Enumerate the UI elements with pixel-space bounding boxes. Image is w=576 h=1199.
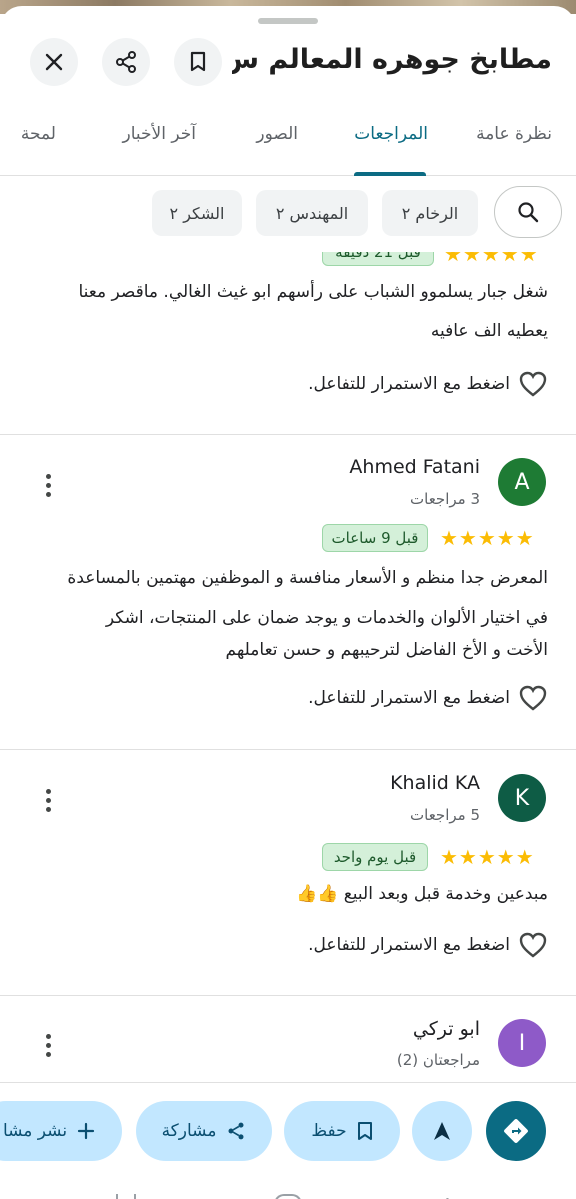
chip-engineer[interactable]: المهندس ٢ (256, 190, 368, 236)
reviewer-review-count: 5 مراجعات (410, 806, 480, 824)
review-text-line-1: المعرض جدا منظم و الأسعار منافسة و الموظ… (67, 568, 548, 588)
back-nav-icon[interactable] (436, 1194, 450, 1199)
post-update-button[interactable]: نشر مشا (0, 1101, 122, 1161)
review-time: قبل 9 ساعات (322, 524, 428, 552)
avatar[interactable]: K (498, 774, 546, 822)
post-label: نشر مشا (2, 1121, 68, 1141)
search-reviews-button[interactable] (494, 186, 562, 238)
reviewer-review-count: 3 مراجعات (410, 490, 480, 508)
action-bar: حفظ مشاركة نشر مشا (0, 1082, 576, 1199)
tab-about[interactable]: لمحة (21, 124, 56, 144)
heart-icon (519, 371, 547, 397)
plus-icon (77, 1122, 95, 1140)
avatar[interactable]: I (498, 1019, 546, 1067)
close-icon (45, 53, 63, 71)
like-label: اضغط مع الاستمرار للتفاعل. (308, 688, 510, 708)
save-button[interactable]: حفظ (284, 1101, 400, 1161)
directions-button[interactable] (486, 1101, 546, 1161)
reviewer-name[interactable]: Khalid KA (390, 772, 480, 794)
drag-handle[interactable] (258, 18, 318, 24)
tab-photos[interactable]: الصور (256, 124, 298, 144)
share-icon (116, 51, 136, 73)
recents-nav-icon[interactable] (116, 1194, 136, 1199)
place-title: مطابخ جوهره المعالم س... (232, 44, 552, 75)
bookmark-icon (357, 1122, 372, 1140)
partial-review-line-1: شغل جبار يسلموو الشباب على رأسهم ابو غيث… (78, 282, 548, 302)
review-text-line-3: الأخت و الأخ الفاضل لترحيبهم و حسن تعامل… (225, 640, 548, 660)
more-vert-icon[interactable] (38, 474, 58, 497)
share-button[interactable]: مشاركة (136, 1101, 272, 1161)
start-navigation-button[interactable] (412, 1101, 472, 1161)
rating-stars: ★★★★★ (440, 526, 535, 550)
partial-review-stars: ★★★★★ (444, 252, 539, 266)
review-time: قبل يوم واحد (322, 843, 428, 871)
tab-updates[interactable]: آخر الأخبار (123, 124, 196, 144)
partial-review-like[interactable]: اضغط مع الاستمرار للتفاعل. (308, 370, 548, 398)
bookmark-icon (190, 51, 206, 72)
heart-icon (519, 685, 547, 711)
divider (0, 749, 576, 750)
reviewer-review-count: مراجعتان (2) (396, 1051, 480, 1069)
save-label: حفظ (311, 1121, 347, 1141)
like-label: اضغط مع الاستمرار للتفاعل. (308, 374, 510, 394)
share-icon (228, 1122, 244, 1140)
active-tab-indicator (354, 172, 426, 176)
review-like[interactable]: اضغط مع الاستمرار للتفاعل. (308, 931, 548, 959)
more-vert-icon[interactable] (38, 1034, 58, 1057)
directions-icon (504, 1119, 528, 1143)
partial-review-time: قبل 21 دقيقة (322, 252, 434, 266)
review-like[interactable]: اضغط مع الاستمرار للتفاعل. (308, 684, 548, 712)
chip-thanks[interactable]: الشكر ٢ (152, 190, 242, 236)
save-icon-button[interactable] (174, 38, 222, 86)
review-text-line-2: في اختيار الألوان والخدمات و يوجد ضمان ع… (105, 608, 548, 628)
search-icon (518, 202, 539, 223)
more-vert-icon[interactable] (38, 789, 58, 812)
avatar[interactable]: A (498, 458, 546, 506)
place-sheet: مطابخ جوهره المعالم س... نظرة عامة المرا… (0, 6, 576, 1199)
close-button[interactable] (30, 38, 78, 86)
divider (0, 434, 576, 435)
partial-review-line-2: يعطيه الف عافيه (430, 321, 548, 341)
divider (0, 995, 576, 996)
reviewer-name[interactable]: Ahmed Fatani (349, 456, 480, 478)
tab-overview[interactable]: نظرة عامة (476, 124, 552, 144)
reviews-list[interactable]: ★★★★★ قبل 21 دقيقة شغل جبار يسلموو الشبا… (0, 252, 576, 1086)
tab-reviews[interactable]: المراجعات (354, 124, 428, 144)
navigation-arrow-icon (434, 1122, 450, 1140)
heart-icon (519, 932, 547, 958)
like-label: اضغط مع الاستمرار للتفاعل. (308, 935, 510, 955)
share-icon-button[interactable] (102, 38, 150, 86)
chip-marble[interactable]: الرخام ٢ (382, 190, 478, 236)
reviewer-name[interactable]: ابو تركي (413, 1018, 480, 1040)
tab-bar: نظرة عامة المراجعات الصور آخر الأخبار لم… (0, 112, 576, 176)
rating-stars: ★★★★★ (440, 845, 535, 869)
review-text-line-1: مبدعين وخدمة قبل وبعد البيع 👍👍 (296, 884, 548, 904)
share-label: مشاركة (161, 1121, 217, 1141)
